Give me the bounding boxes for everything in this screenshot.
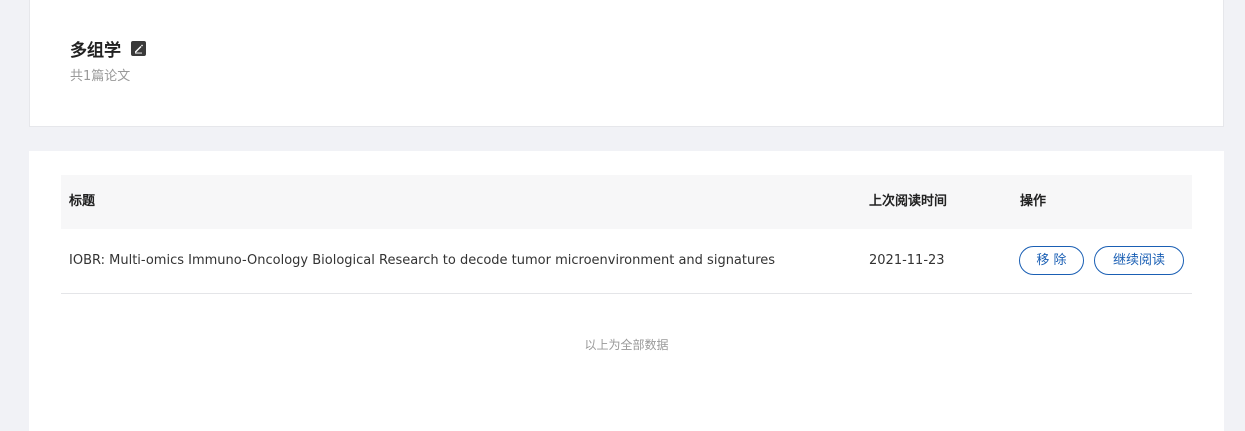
- table-header: 标题 上次阅读时间 操作: [61, 175, 1192, 229]
- last-read-date: 2021-11-23: [869, 253, 945, 268]
- edit-icon[interactable]: [131, 41, 146, 56]
- folder-title-row: 多组学: [70, 36, 146, 61]
- table-row: IOBR: Multi-omics Immuno-Oncology Biolog…: [61, 229, 1192, 294]
- continue-reading-button[interactable]: 继续阅读: [1094, 246, 1184, 275]
- papers-table-card: 标题 上次阅读时间 操作 IOBR: Multi-omics Immuno-On…: [29, 151, 1224, 431]
- paper-count: 共1篇论文: [70, 69, 131, 84]
- column-header-title: 标题: [69, 194, 96, 209]
- remove-button[interactable]: 移 除: [1019, 246, 1084, 275]
- column-header-last-read: 上次阅读时间: [869, 194, 948, 209]
- folder-header-card: 多组学 共1篇论文: [29, 0, 1224, 127]
- paper-title-link[interactable]: IOBR: Multi-omics Immuno-Oncology Biolog…: [69, 229, 775, 293]
- folder-title: 多组学: [70, 41, 121, 61]
- column-header-actions: 操作: [1020, 194, 1047, 209]
- end-of-list-note: 以上为全部数据: [584, 338, 669, 352]
